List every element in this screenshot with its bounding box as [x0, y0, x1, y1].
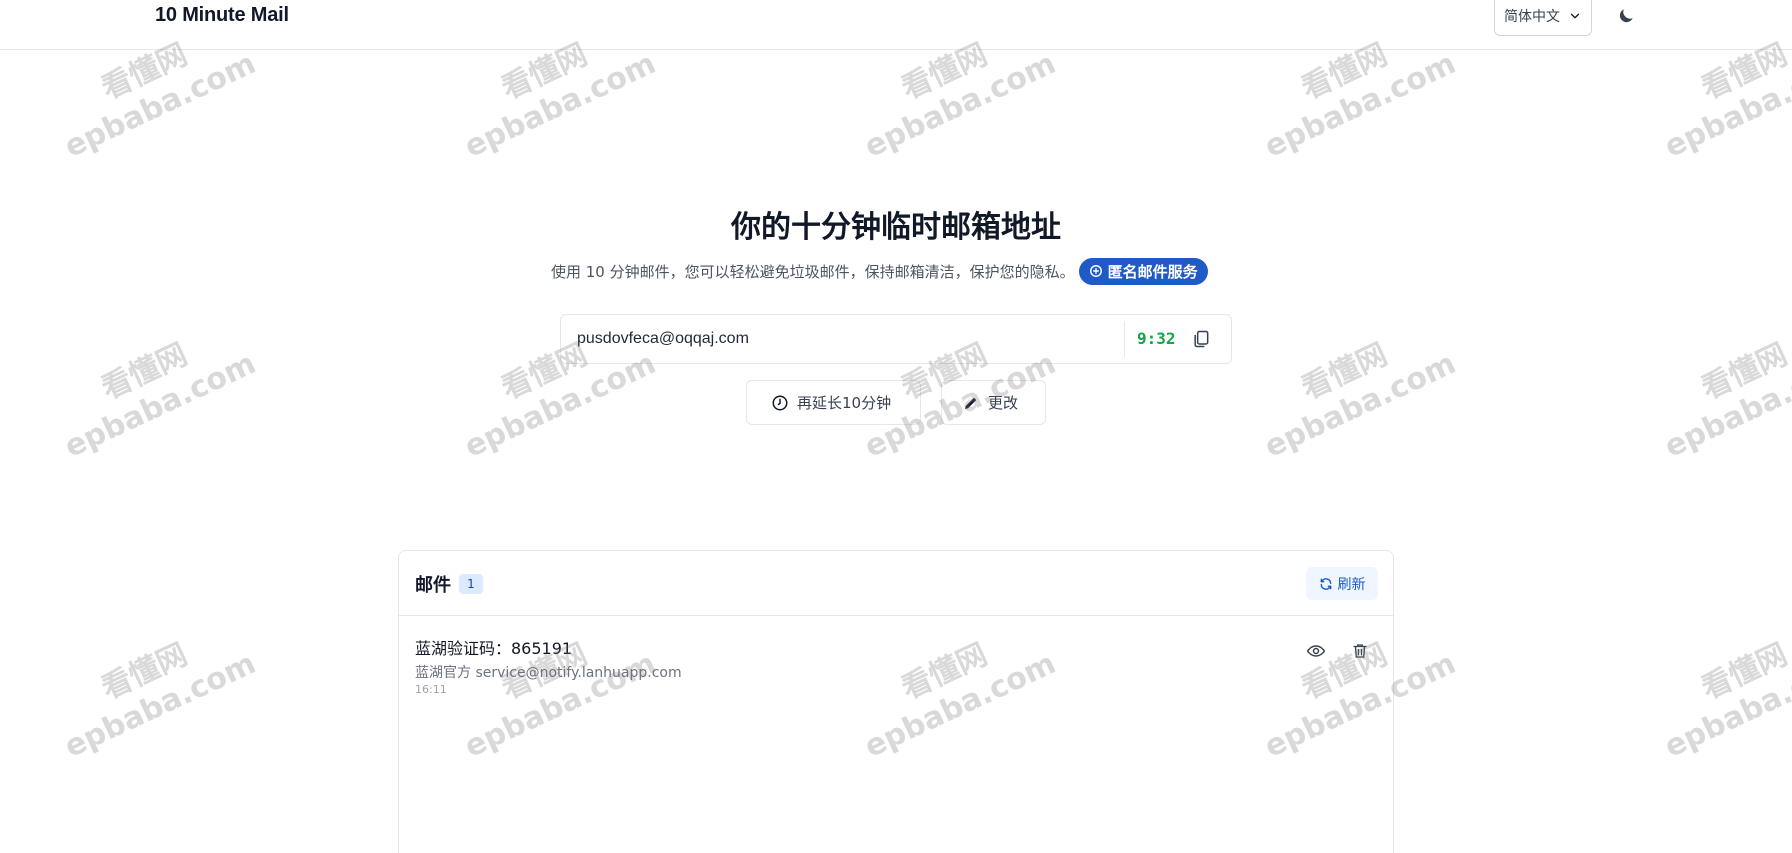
inbox-card: 邮件 1 刷新 蓝湖验证码：865191 蓝湖官方 service@notify…: [398, 550, 1394, 853]
extend-time-label: 再延长10分钟: [797, 394, 892, 412]
plus-circle-icon: [1089, 265, 1102, 277]
refresh-icon: [1320, 577, 1331, 590]
message-count-badge: 1: [459, 574, 483, 594]
pencil-icon: [965, 397, 977, 409]
watermark: 看懂网 epbaba.com: [1659, 637, 1792, 765]
moon-icon: [1619, 9, 1633, 23]
language-select-label: 简体中文: [1504, 9, 1560, 25]
mail-time: 16:11: [415, 683, 447, 696]
watermark: 看懂网 epbaba.com: [1259, 337, 1462, 465]
theme-toggle-button[interactable]: [1614, 4, 1638, 28]
page-title: 你的十分钟临时邮箱地址: [731, 210, 1061, 245]
countdown-timer: 9:32: [1137, 329, 1176, 348]
trash-icon: [1353, 644, 1367, 658]
email-address[interactable]: pusdovfeca@oqqaj.com: [577, 315, 749, 363]
extend-time-button[interactable]: 再延长10分钟: [746, 380, 921, 425]
chevron-down-icon: [1570, 13, 1580, 19]
copy-icon: [1194, 330, 1209, 348]
delete-mail-button[interactable]: [1348, 639, 1372, 663]
refresh-label: 刷新: [1337, 576, 1366, 593]
language-select[interactable]: 简体中文: [1494, 0, 1592, 36]
change-address-button[interactable]: 更改: [941, 380, 1046, 425]
copy-button[interactable]: [1189, 327, 1213, 351]
mail-sender: 蓝湖官方 service@notify.lanhuapp.com: [415, 665, 682, 681]
change-address-label: 更改: [988, 394, 1019, 412]
hero-subtitle: 使用 10 分钟邮件，您可以轻松避免垃圾邮件，保持邮箱清洁，保护您的隐私。 匿名…: [551, 257, 1208, 285]
divider: [1124, 321, 1125, 357]
eye-icon: [1306, 645, 1326, 657]
mail-list-item[interactable]: 蓝湖验证码：865191 蓝湖官方 service@notify.lanhuap…: [399, 617, 1393, 707]
email-address-box: pusdovfeca@oqqaj.com 9:32: [560, 314, 1232, 364]
mail-subject: 蓝湖验证码：865191: [415, 639, 573, 658]
watermark: 看懂网 epbaba.com: [59, 637, 262, 765]
brand-logo[interactable]: 10 Minute Mail: [155, 4, 289, 27]
clock-icon: [772, 395, 788, 410]
page: 10 Minute Mail 简体中文 你的十分钟临时邮箱地址 使用 10 分钟…: [0, 0, 1792, 853]
subtitle-text: 使用 10 分钟邮件，您可以轻松避免垃圾邮件，保持邮箱清洁，保护您的隐私。: [551, 262, 1075, 281]
anonymous-mail-badge[interactable]: 匿名邮件服务: [1078, 257, 1208, 285]
anonymous-mail-label: 匿名邮件服务: [1107, 262, 1198, 281]
refresh-button[interactable]: 刷新: [1306, 567, 1378, 600]
watermark: 看懂网 epbaba.com: [1659, 337, 1792, 465]
view-mail-button[interactable]: [1304, 639, 1328, 663]
top-bar: 10 Minute Mail 简体中文: [0, 0, 1792, 50]
watermark: 看懂网 epbaba.com: [59, 337, 262, 465]
inbox-title: 邮件: [415, 575, 451, 596]
inbox-header: 邮件 1 刷新: [399, 551, 1393, 616]
